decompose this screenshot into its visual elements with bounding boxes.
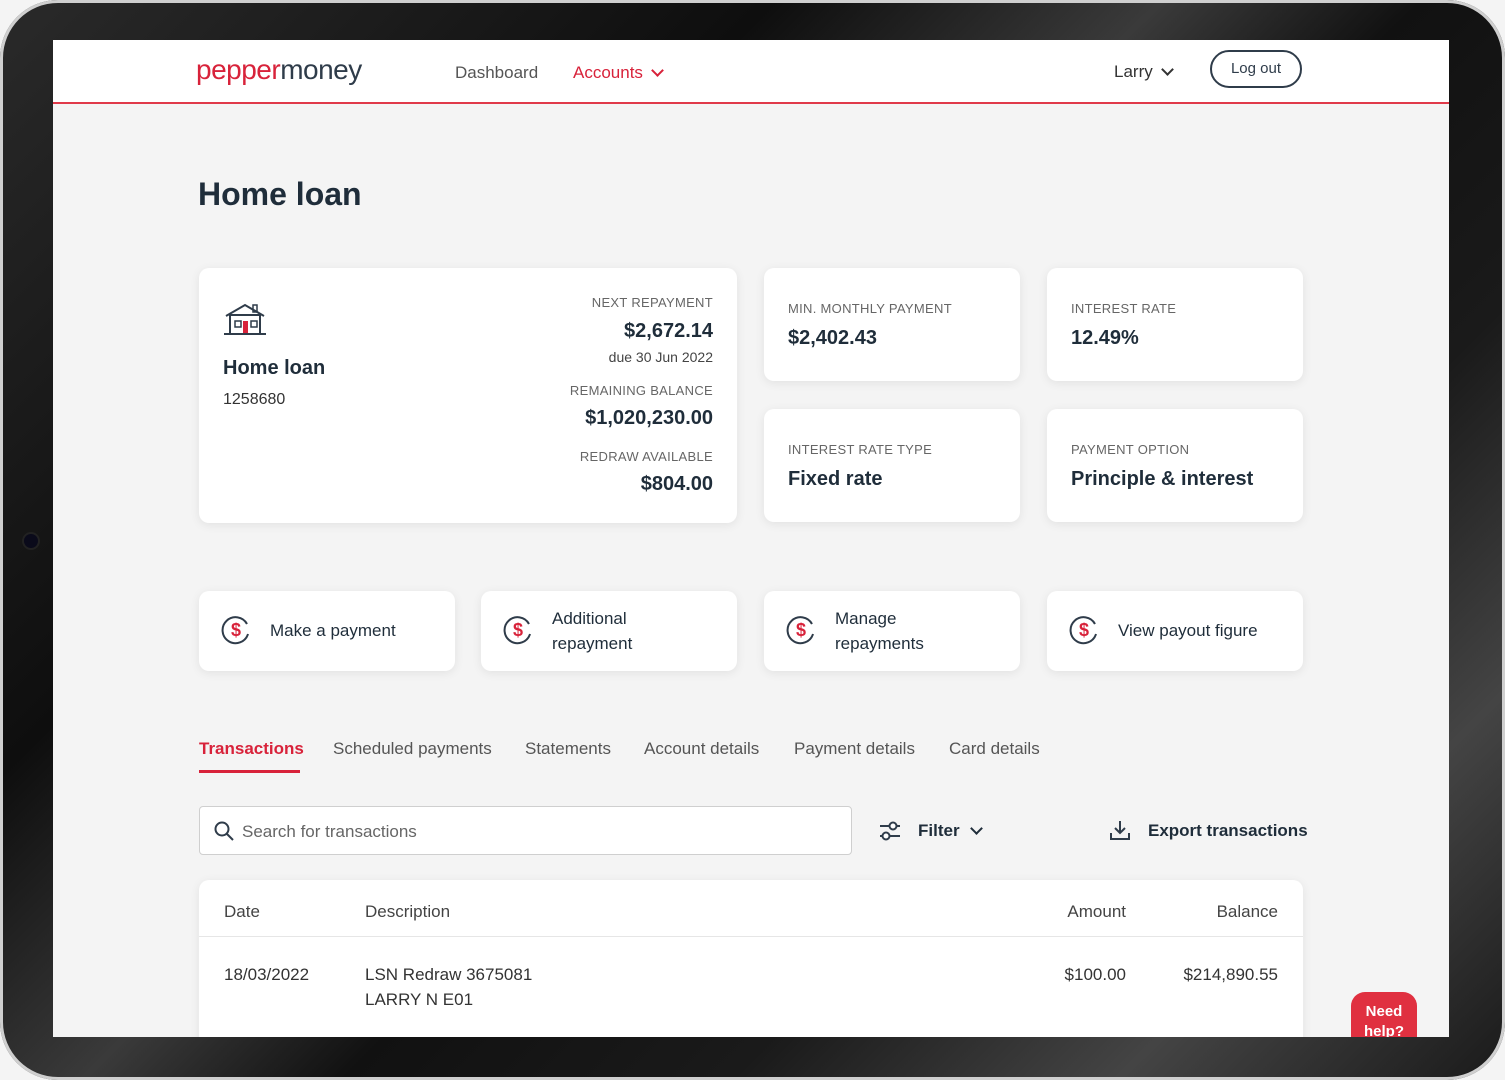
dollar-circle-icon: $ [1069, 616, 1097, 645]
page-title: Home loan [198, 176, 362, 212]
logo-pepper: pepper [196, 54, 281, 85]
active-tab-indicator [199, 770, 300, 773]
user-menu[interactable]: Larry [1114, 62, 1174, 82]
action-label: Make a payment [270, 621, 396, 640]
payment-option-card: PAYMENT OPTION Principle & interest [1047, 409, 1303, 522]
action-label-line2: repayment [552, 634, 633, 653]
export-label: Export transactions [1148, 821, 1308, 840]
manage-repayments-button[interactable]: $ Manage repayments [764, 591, 1020, 671]
cell-description: LSN Redraw 3675081 LARRY N E01 [365, 962, 532, 1012]
loan-summary-card: Home loan 1258680 NEXT REPAYMENT $2,672.… [199, 268, 737, 523]
info-card-value: Fixed rate [788, 468, 883, 490]
logo[interactable]: peppermoney [196, 54, 362, 86]
action-label: Additional repayment [552, 606, 632, 656]
house-icon [224, 303, 266, 335]
chevron-down-icon [970, 822, 983, 835]
next-repayment-due: due 30 Jun 2022 [608, 349, 713, 365]
logout-button[interactable]: Log out [1210, 50, 1302, 88]
transactions-table: Date Description Amount Balance 18/03/20… [199, 880, 1303, 1037]
tab-card-details[interactable]: Card details [949, 739, 1040, 759]
view-payout-figure-button[interactable]: $ View payout figure [1047, 591, 1303, 671]
nav-accounts-label: Accounts [573, 63, 643, 82]
tab-account-details[interactable]: Account details [644, 739, 759, 759]
help-line1: Need [1365, 1003, 1403, 1020]
download-icon [1110, 821, 1130, 840]
nav-dashboard-label: Dashboard [455, 63, 539, 82]
column-header-amount: Amount [1067, 902, 1126, 921]
chevron-down-icon [1160, 63, 1174, 76]
filter-icon [880, 821, 900, 841]
remaining-balance-label: REMAINING BALANCE [569, 383, 713, 398]
header-divider [199, 936, 1303, 937]
next-repayment-label: NEXT REPAYMENT [591, 295, 713, 310]
screen: peppermoney Dashboard Accounts Larry Log… [53, 40, 1449, 1037]
search-icon [214, 821, 234, 841]
info-card-label: INTEREST RATE TYPE [788, 442, 933, 457]
make-payment-button[interactable]: $ Make a payment [199, 591, 455, 671]
additional-repayment-button[interactable]: $ Additional repayment [481, 591, 737, 671]
info-card-value: 12.49% [1071, 327, 1139, 349]
info-card-value: Principle & interest [1071, 468, 1254, 490]
column-header-date: Date [224, 902, 260, 921]
loan-name: Home loan [223, 357, 326, 379]
description-line1: LSN Redraw 3675081 [365, 965, 533, 984]
dollar-circle-icon: $ [221, 616, 249, 645]
svg-text:$: $ [796, 620, 806, 640]
logo-money: money [280, 54, 362, 85]
svg-text:$: $ [231, 620, 241, 640]
chevron-down-icon [651, 64, 664, 77]
column-header-description: Description [365, 902, 451, 921]
filter-label: Filter [918, 821, 960, 840]
tab-payment-details[interactable]: Payment details [794, 739, 915, 759]
loan-number: 1258680 [223, 391, 286, 408]
nav-dashboard[interactable]: Dashboard [455, 63, 538, 83]
info-card-value: $2,402.43 [788, 327, 877, 349]
tab-scheduled-payments[interactable]: Scheduled payments [333, 739, 492, 759]
next-repayment-value: $2,672.14 [624, 320, 713, 342]
action-label: View payout figure [1118, 621, 1258, 640]
nav-accounts[interactable]: Accounts [573, 63, 664, 83]
dollar-circle-icon: $ [503, 616, 531, 645]
svg-text:$: $ [1079, 620, 1089, 640]
info-card-label: PAYMENT OPTION [1071, 442, 1190, 457]
svg-text:$: $ [513, 620, 523, 640]
action-label: Manage repayments [835, 606, 924, 656]
action-label-line1: Manage [835, 609, 897, 628]
info-card-label: INTEREST RATE [1071, 301, 1177, 316]
action-label-line1: Additional [552, 609, 627, 628]
column-header-balance: Balance [1216, 902, 1278, 921]
min-monthly-payment-card: MIN. MONTHLY PAYMENT $2,402.43 [764, 268, 1020, 381]
redraw-label: REDRAW AVAILABLE [579, 449, 713, 464]
dollar-circle-icon: $ [786, 616, 814, 645]
camera-dot [24, 534, 38, 548]
redraw-value: $804.00 [640, 473, 713, 495]
search-input[interactable] [240, 817, 834, 847]
interest-rate-type-card: INTEREST RATE TYPE Fixed rate [764, 409, 1020, 522]
tab-transactions[interactable]: Transactions [199, 739, 304, 759]
search-box [199, 806, 852, 855]
cell-amount: $100.00 [1064, 965, 1126, 984]
tab-statements[interactable]: Statements [525, 739, 611, 759]
tablet-frame: peppermoney Dashboard Accounts Larry Log… [0, 0, 1505, 1080]
description-line2: LARRY N E01 [365, 990, 474, 1009]
info-card-label: MIN. MONTHLY PAYMENT [788, 301, 952, 316]
cell-date: 18/03/2022 [224, 965, 310, 984]
action-label-line2: repayments [835, 634, 924, 653]
cell-balance: $214,890.55 [1183, 965, 1278, 984]
user-name: Larry [1114, 62, 1153, 81]
top-header: peppermoney Dashboard Accounts Larry Log… [53, 40, 1449, 104]
need-help-button[interactable]: Need help? [1351, 992, 1417, 1037]
interest-rate-card: INTEREST RATE 12.49% [1047, 268, 1303, 381]
help-line2: help? [1364, 1023, 1404, 1037]
remaining-balance-value: $1,020,230.00 [585, 407, 713, 429]
